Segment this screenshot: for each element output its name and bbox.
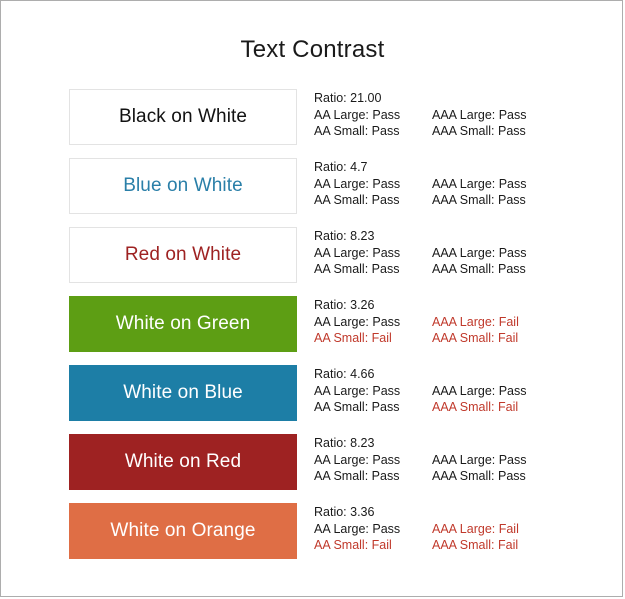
criterion-aaa-small: AAA Small: Pass bbox=[432, 469, 526, 483]
criterion-row: AA Small: Fail AAA Small: Fail bbox=[314, 537, 569, 554]
criterion-aa-small: AA Small: Pass bbox=[314, 124, 400, 138]
criterion-aa-small: AA Small: Pass bbox=[314, 262, 400, 276]
criterion-aa-small: AA Small: Pass bbox=[314, 193, 400, 207]
swatch-label: Blue on White bbox=[123, 175, 243, 196]
criterion-aa-small: AA Small: Fail bbox=[314, 331, 392, 345]
contrast-row: Blue on White Ratio: 4.7 AA Large: Pass AAA… bbox=[69, 158, 569, 227]
criterion-aaa-large: AAA Large: Pass bbox=[432, 176, 527, 191]
contrast-results: Ratio: 3.36 AA Large: Pass AAA Large: Fail… bbox=[314, 504, 569, 554]
contrast-ratio: Ratio: 4.66 bbox=[314, 367, 375, 381]
color-swatch[interactable]: White on Orange bbox=[69, 503, 297, 559]
swatch-label: White on Red bbox=[124, 451, 242, 472]
criterion-aa-large: AA Large: Pass bbox=[314, 176, 401, 191]
criterion-aa-small: AA Small: Fail bbox=[314, 538, 392, 552]
criterion-aaa-small: AAA Small: Fail bbox=[432, 331, 519, 345]
criterion-aa-large: AA Large: Pass bbox=[314, 452, 401, 467]
criterion-aaa-large: AAA Large: Fail bbox=[432, 314, 519, 329]
criterion-aaa-small: AAA Small: Pass bbox=[432, 193, 526, 207]
contrast-results: Ratio: 21.00 AA Large: Pass AAA Large: Pas… bbox=[314, 90, 569, 140]
contrast-results: Ratio: 4.66 AA Large: Pass AAA Large: Pass… bbox=[314, 366, 569, 416]
swatch-label: White on Orange bbox=[110, 520, 256, 541]
contrast-results: Ratio: 8.23 AA Large: Pass AAA Large: Pass… bbox=[314, 435, 569, 485]
criterion-aaa-small: AAA Small: Fail bbox=[432, 400, 519, 414]
contrast-row: White on Orange Ratio: 3.36 AA Large: Pass… bbox=[69, 503, 569, 572]
criterion-aa-large: AA Large: Pass bbox=[314, 383, 401, 398]
swatch-label: Red on White bbox=[124, 244, 242, 265]
criterion-row: AA Large: Pass AAA Large: Pass bbox=[314, 452, 569, 469]
contrast-row: White on Green Ratio: 3.26 AA Large: Pass A… bbox=[69, 296, 569, 365]
criterion-aa-large: AA Large: Pass bbox=[314, 314, 401, 329]
criterion-row: AA Large: Pass AAA Large: Pass bbox=[314, 245, 569, 262]
criterion-row: AA Large: Pass AAA Large: Pass bbox=[314, 176, 569, 193]
criterion-row: AA Small: Pass AAA Small: Pass bbox=[314, 261, 569, 278]
criterion-aa-large: AA Large: Pass bbox=[314, 245, 401, 260]
color-swatch[interactable]: Black on White bbox=[69, 89, 297, 145]
color-swatch[interactable]: White on Green bbox=[69, 296, 297, 352]
swatch-label: White on Green bbox=[115, 313, 251, 334]
criterion-aaa-large: AAA Large: Fail bbox=[432, 521, 519, 536]
contrast-row: Black on White Ratio: 21.00 AA Large: Pass… bbox=[69, 89, 569, 158]
criterion-aaa-small: AAA Small: Pass bbox=[432, 124, 526, 138]
criterion-row: AA Small: Pass AAA Small: Pass bbox=[314, 468, 569, 485]
contrast-results: Ratio: 8.23 AA Large: Pass AAA Large: Pass… bbox=[314, 228, 569, 278]
swatch-label: White on Blue bbox=[123, 382, 243, 403]
criterion-aaa-small: AAA Small: Pass bbox=[432, 262, 526, 276]
contrast-ratio: Ratio: 8.23 bbox=[314, 229, 375, 243]
criterion-row: AA Large: Pass AAA Large: Fail bbox=[314, 521, 569, 538]
criterion-aa-large: AA Large: Pass bbox=[314, 107, 401, 122]
criterion-aaa-large: AAA Large: Pass bbox=[432, 245, 527, 260]
contrast-row: White on Blue Ratio: 4.66 AA Large: Pass AA… bbox=[69, 365, 569, 434]
criterion-aaa-large: AAA Large: Pass bbox=[432, 383, 527, 398]
criterion-aaa-large: AAA Large: Pass bbox=[432, 452, 527, 467]
criterion-aa-large: AA Large: Pass bbox=[314, 521, 401, 536]
contrast-results: Ratio: 3.26 AA Large: Pass AAA Large: Fail… bbox=[314, 297, 569, 347]
criterion-row: AA Small: Pass AAA Small: Pass bbox=[314, 123, 569, 140]
contrast-report-page: Text Contrast Black on White Ratio: 21.00… bbox=[0, 0, 623, 597]
page-title: Text Contrast bbox=[240, 36, 385, 63]
criterion-aa-small: AA Small: Pass bbox=[314, 400, 400, 414]
criterion-row: AA Small: Pass AAA Small: Fail bbox=[314, 399, 569, 416]
contrast-results: Ratio: 4.7 AA Large: Pass AAA Large: Pass A… bbox=[314, 159, 569, 209]
criterion-row: AA Large: Pass AAA Large: Pass bbox=[314, 383, 569, 400]
criterion-row: AA Small: Pass AAA Small: Pass bbox=[314, 192, 569, 209]
contrast-ratio: Ratio: 3.26 bbox=[314, 298, 375, 312]
contrast-ratio: Ratio: 21.00 bbox=[314, 91, 382, 105]
color-swatch[interactable]: White on Blue bbox=[69, 365, 297, 421]
criterion-aa-small: AA Small: Pass bbox=[314, 469, 400, 483]
criterion-row: AA Small: Fail AAA Small: Fail bbox=[314, 330, 569, 347]
contrast-ratio: Ratio: 8.23 bbox=[314, 436, 375, 450]
swatch-label: Black on White bbox=[118, 106, 248, 127]
criterion-aaa-large: AAA Large: Pass bbox=[432, 107, 527, 122]
contrast-ratio: Ratio: 4.7 bbox=[314, 160, 368, 174]
criterion-aaa-small: AAA Small: Fail bbox=[432, 538, 519, 552]
color-swatch[interactable]: Blue on White bbox=[69, 158, 297, 214]
contrast-row-list: Black on White Ratio: 21.00 AA Large: Pass… bbox=[69, 89, 569, 572]
contrast-ratio: Ratio: 3.36 bbox=[314, 505, 375, 519]
criterion-row: AA Large: Pass AAA Large: Pass bbox=[314, 107, 569, 124]
contrast-row: White on Red Ratio: 8.23 AA Large: Pass AAA… bbox=[69, 434, 569, 503]
color-swatch[interactable]: Red on White bbox=[69, 227, 297, 283]
criterion-row: AA Large: Pass AAA Large: Fail bbox=[314, 314, 569, 331]
color-swatch[interactable]: White on Red bbox=[69, 434, 297, 490]
contrast-row: Red on White Ratio: 8.23 AA Large: Pass AAA… bbox=[69, 227, 569, 296]
